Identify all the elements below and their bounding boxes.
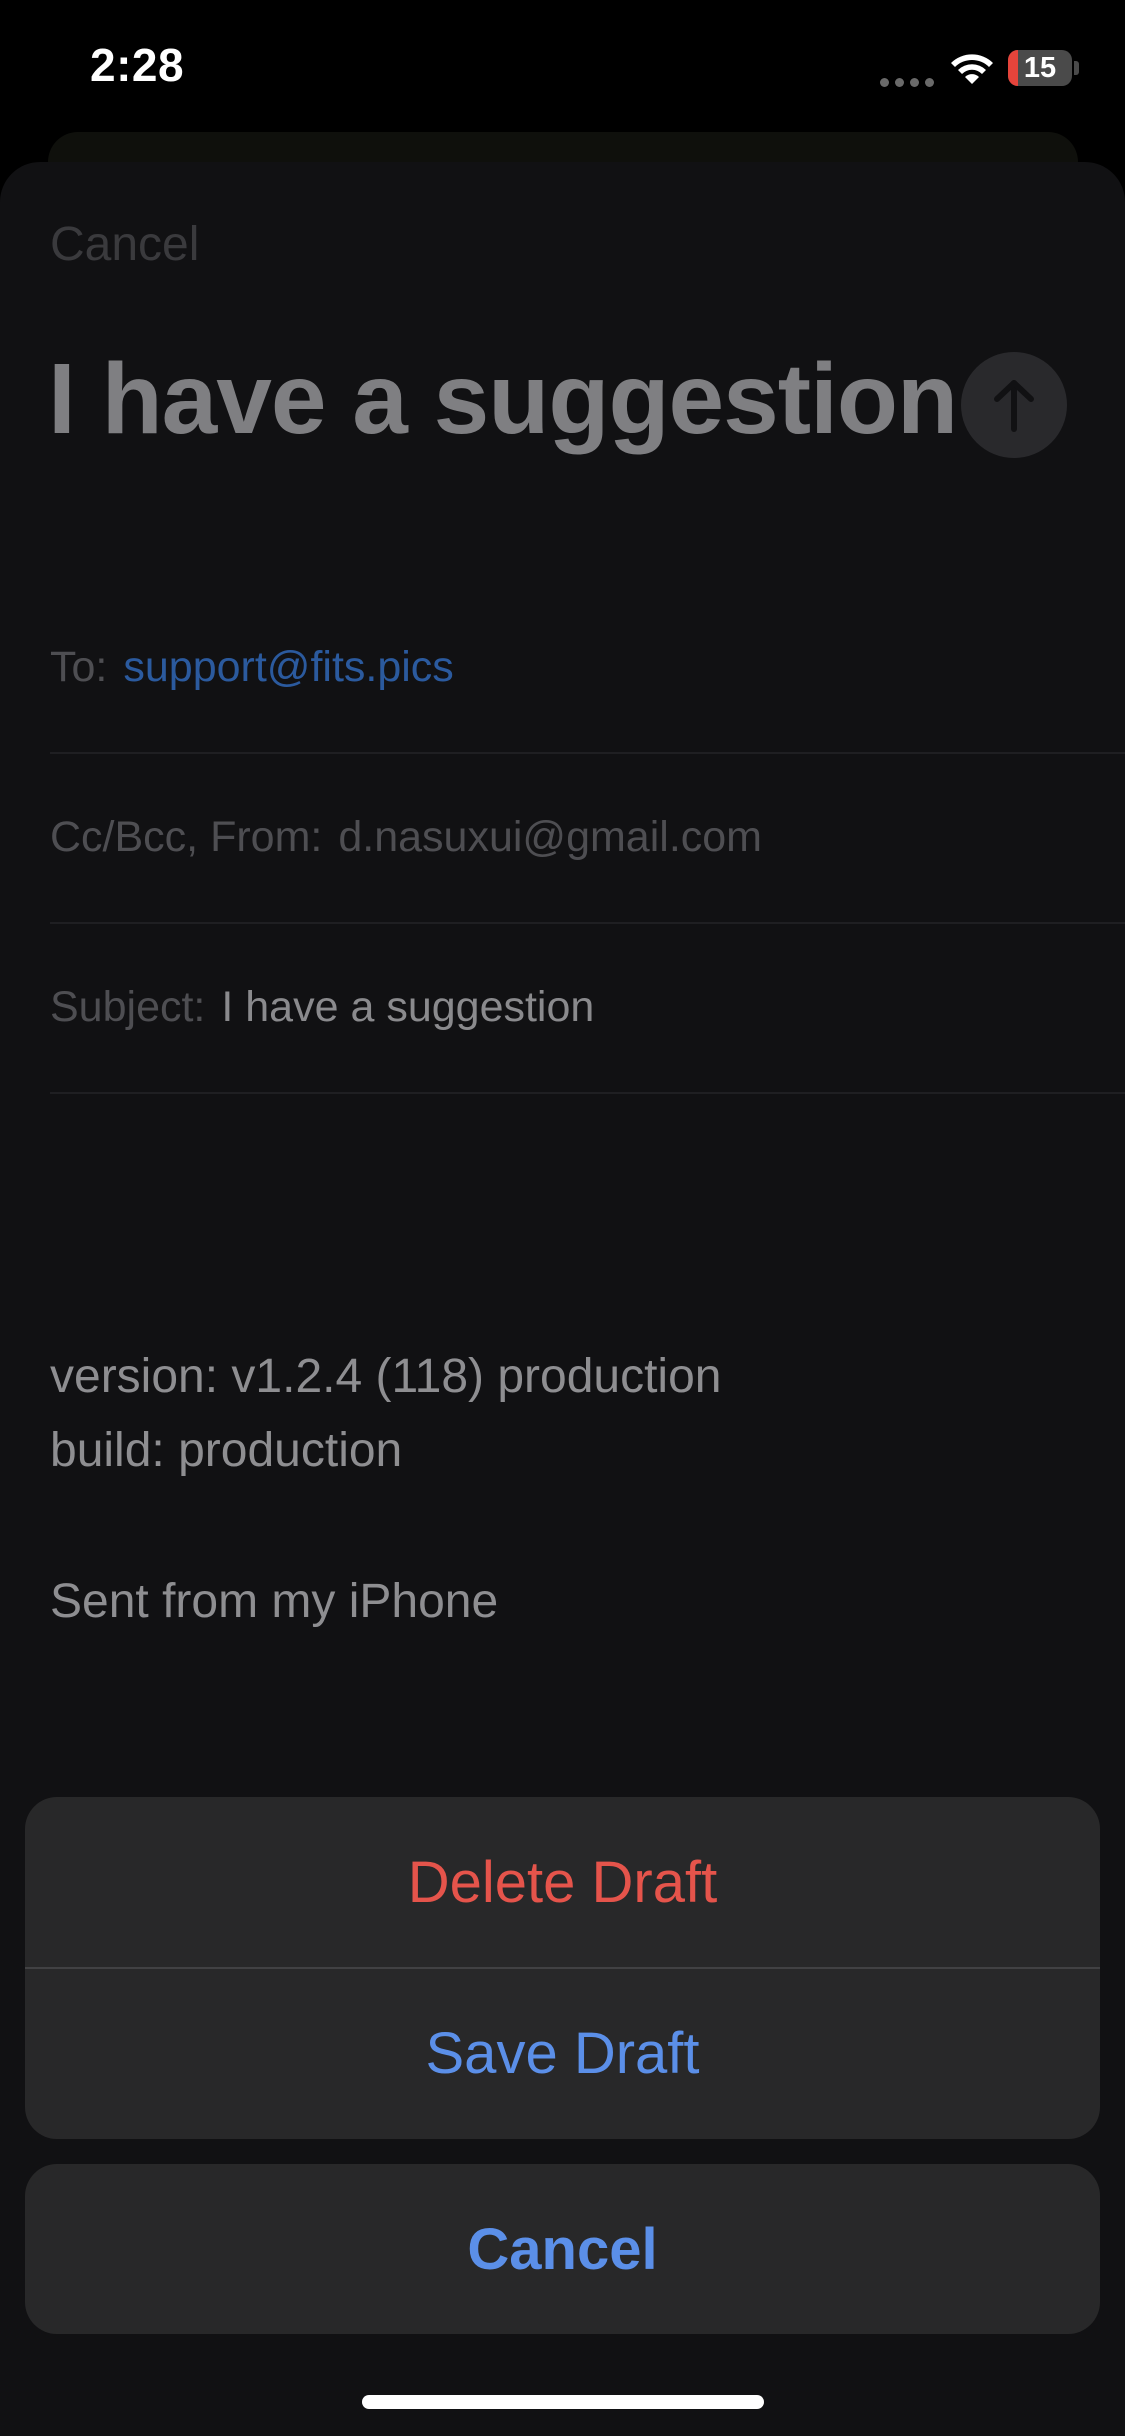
body-line: version: v1.2.4 (118) production (50, 1350, 722, 1403)
cc-bcc-from-field[interactable]: Cc/Bcc, From: d.nasuxui@gmail.com (50, 752, 1125, 924)
delete-draft-button[interactable]: Delete Draft (25, 1797, 1100, 1968)
to-label: To: (50, 642, 108, 691)
to-recipient[interactable]: support@fits.pics (123, 643, 453, 692)
save-draft-button[interactable]: Save Draft (25, 1968, 1100, 2139)
battery-level: 15 (1023, 51, 1057, 84)
subject-input[interactable]: I have a suggestion (221, 983, 594, 1032)
subject-field[interactable]: Subject: I have a suggestion (50, 922, 1125, 1094)
send-button[interactable] (961, 352, 1067, 458)
cc-bcc-from-label: Cc/Bcc, From: (50, 812, 323, 861)
status-bar: 2:28 15 (0, 0, 1125, 135)
message-body[interactable]: version: v1.2.4 (118) production build: … (50, 1340, 721, 1488)
status-time: 2:28 (90, 39, 185, 91)
subject-label: Subject: (50, 982, 206, 1031)
draft-action-group: Delete Draft Save Draft (25, 1797, 1100, 2139)
action-cancel-button[interactable]: Cancel (25, 2164, 1100, 2334)
battery-icon: 15 (1008, 50, 1072, 86)
compose-cancel-button[interactable]: Cancel (50, 217, 199, 272)
body-line: build: production (50, 1424, 403, 1477)
home-indicator[interactable] (362, 2395, 764, 2409)
to-field[interactable]: To: support@fits.pics (50, 582, 1125, 754)
signature: Sent from my iPhone (50, 1575, 499, 1628)
from-address[interactable]: d.nasuxui@gmail.com (338, 813, 762, 862)
compose-title: I have a suggestion (48, 343, 958, 455)
cellular-dots-icon (880, 78, 936, 87)
battery-tip (1074, 61, 1079, 75)
wifi-icon (951, 54, 993, 84)
arrow-up-icon (994, 380, 1034, 432)
